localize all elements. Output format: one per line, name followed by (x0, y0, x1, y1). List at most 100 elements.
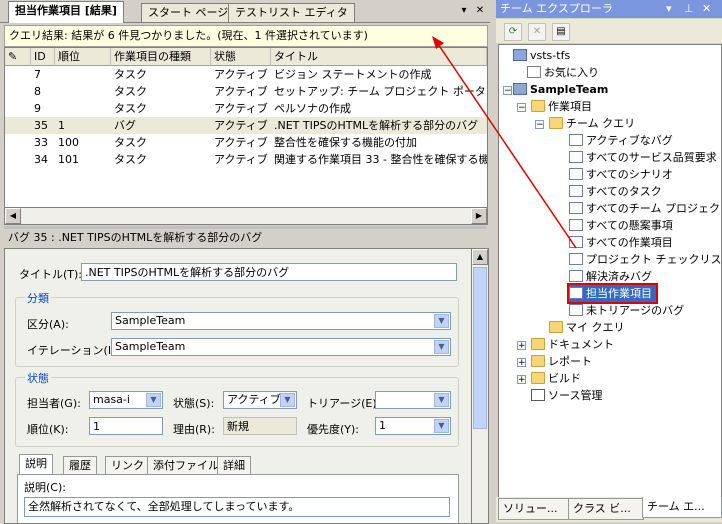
scroll-right-icon[interactable]: ▶ (471, 208, 487, 224)
properties-icon[interactable]: ▤ (552, 23, 570, 41)
column-header-id[interactable]: ID (31, 48, 55, 66)
tree-item-query[interactable]: すべてのシナリオ (569, 166, 673, 183)
scrollbar-thumb[interactable] (473, 267, 487, 429)
results-grid[interactable]: ✎ ID 順位 作業項目の種類 状態 タイトル 7 タスク アクティブ ビジョン… (4, 47, 488, 225)
close-icon[interactable]: ✕ (702, 0, 711, 18)
tree-item-query[interactable]: すべての作業項目 (569, 234, 673, 251)
reason-field: 新規 (223, 417, 297, 435)
tree-item-reports[interactable]: レポート (531, 353, 592, 370)
collapse-icon[interactable]: − (535, 120, 544, 130)
table-row[interactable]: 7 タスク アクティブ ビジョン ステートメントの作成 (5, 66, 487, 83)
team-explorer-tree[interactable]: vsts-tfs お気に入り − SampleTeam − 作業項目 − チーム… (498, 44, 722, 498)
panel-title: チーム エクスプローラ (500, 2, 613, 15)
tree-item-assigned-work-items[interactable]: 担当作業項目 (567, 283, 658, 304)
panel-dropdown-icon[interactable]: ▾ (666, 0, 672, 18)
scroll-left-icon[interactable]: ◀ (5, 208, 21, 224)
pin-icon[interactable]: ⊥ (684, 0, 694, 18)
tree-item-favorites[interactable]: お気に入り (527, 64, 599, 81)
team-explorer-panel: チーム エクスプローラ ▾ ⊥ ✕ ⟳ ✕ ▤ vsts-tfs お気に入り −… (496, 0, 722, 522)
tree-item-builds[interactable]: ビルド (531, 370, 581, 387)
classification-group-title: 分類 (25, 290, 51, 306)
table-row[interactable]: 34 101 タスク アクティブ 関連する作業項目 33 - 整合性を確保する機 (5, 151, 487, 168)
description-label: 説明(C): (24, 481, 66, 494)
triage-dropdown[interactable]: ▼ (375, 391, 451, 409)
tree-item-my-queries[interactable]: マイ クエリ (549, 319, 625, 336)
tree-item-query[interactable]: すべての懸案事項 (569, 217, 673, 234)
column-header-edit[interactable]: ✎ (5, 48, 31, 66)
description-field[interactable]: 全然解析されてなくて、全部処理してしまっています。 (24, 497, 450, 517)
expand-icon[interactable]: + (517, 358, 526, 368)
tree-item-work-items[interactable]: 作業項目 (531, 98, 592, 115)
tree-item-query[interactable]: すべてのチーム プロジェクト (569, 200, 721, 217)
tree-item-query[interactable]: プロジェクト チェックリスト (569, 251, 721, 268)
folder-icon (531, 372, 545, 384)
table-row[interactable]: 9 タスク アクティブ ペルソナの作成 (5, 100, 487, 117)
iteration-label: イテレーション(I): (27, 344, 120, 357)
horizontal-scrollbar[interactable]: ◀ ▶ (4, 207, 488, 225)
title-field[interactable]: .NET TIPSのHTMLを解析する部分のバグ (81, 263, 457, 281)
table-row-selected[interactable]: 35 1 バグ アクティブ .NET TIPSのHTMLを解析する部分のバグ (5, 117, 487, 134)
work-item-form: タイトル(T): .NET TIPSのHTMLを解析する部分のバグ 分類 区分(… (4, 248, 472, 524)
delete-icon[interactable]: ✕ (528, 23, 546, 41)
iteration-dropdown[interactable]: SampleTeam ▼ (111, 338, 451, 356)
tab-assigned-results[interactable]: 担当作業項目 [結果] (8, 1, 124, 23)
assigned-to-dropdown[interactable]: masa-i ▼ (89, 391, 163, 409)
query-icon (569, 236, 583, 248)
close-icon[interactable]: ✕ (474, 4, 486, 18)
tab-class-view[interactable]: クラス ビ... (568, 498, 644, 520)
tree-item-source-control[interactable]: ソース管理 (531, 387, 602, 404)
tab-history[interactable]: 履歴 (63, 456, 97, 475)
scroll-up-icon[interactable]: ▲ (472, 249, 488, 265)
collapse-icon[interactable]: − (517, 103, 526, 113)
tab-test-list-editor[interactable]: テストリスト エディタ (228, 3, 355, 22)
triage-label: トリアージ(E): (307, 397, 381, 410)
status-group (15, 377, 459, 447)
form-vertical-scrollbar[interactable]: ▲ (471, 248, 489, 524)
chevron-down-icon: ▼ (434, 314, 449, 328)
pane-splitter[interactable] (4, 226, 486, 229)
favorites-icon (527, 66, 541, 78)
area-dropdown[interactable]: SampleTeam ▼ (111, 312, 451, 330)
tree-item-team-queries[interactable]: チーム クエリ (549, 115, 635, 132)
query-icon (569, 151, 583, 163)
tab-details[interactable]: 詳細 (217, 456, 251, 475)
priority-dropdown[interactable]: 1 ▼ (375, 417, 451, 435)
expand-icon[interactable]: + (517, 375, 526, 385)
tab-description[interactable]: 説明 (19, 454, 53, 475)
tree-item-query[interactable]: 未トリアージのバグ (569, 302, 684, 319)
tree-item-documents[interactable]: ドキュメント (531, 336, 614, 353)
assigned-to-label: 担当者(G): (27, 397, 81, 410)
area-label: 区分(A): (27, 318, 69, 331)
column-header-title[interactable]: タイトル (271, 48, 487, 66)
state-dropdown[interactable]: アクティブ ▼ (223, 391, 297, 409)
tab-team-explorer[interactable]: チーム エ... (642, 497, 722, 518)
tab-start-page[interactable]: スタート ページ (141, 3, 236, 22)
table-row[interactable]: 33 100 タスク アクティブ 整合性を確保する機能の付加 (5, 134, 487, 151)
tree-item-vsts-tfs[interactable]: vsts-tfs (513, 47, 570, 64)
expand-icon[interactable]: + (517, 341, 526, 351)
tab-attachments[interactable]: 添付ファイル (147, 456, 225, 475)
tree-item-query[interactable]: すべてのタスク (569, 183, 662, 200)
folder-icon (531, 355, 545, 367)
rank-field[interactable]: 1 (89, 417, 163, 435)
tab-dropdown-icon[interactable]: ▾ (458, 4, 470, 18)
chevron-down-icon: ▼ (434, 393, 449, 407)
tree-item-query[interactable]: すべてのサービス品質要求 (569, 149, 717, 166)
column-header-state[interactable]: 状態 (211, 48, 271, 66)
collapse-icon[interactable]: − (503, 86, 512, 96)
tab-links[interactable]: リンク (105, 456, 150, 475)
query-icon (569, 134, 583, 146)
bottom-tab-strip: ソリュー... クラス ビ... チーム エ... (496, 497, 722, 522)
query-result-status: クエリ結果: 結果が 6 件見つかりました。(現在、1 件選択されています) (4, 25, 488, 47)
column-header-type[interactable]: 作業項目の種類 (111, 48, 211, 66)
reason-label: 理由(R): (173, 423, 215, 436)
tree-item-sampleteam[interactable]: SampleTeam (513, 81, 608, 98)
folder-icon (531, 100, 545, 112)
column-header-rank[interactable]: 順位 (55, 48, 111, 66)
refresh-icon[interactable]: ⟳ (504, 23, 522, 41)
folder-icon (549, 321, 563, 333)
table-row[interactable]: 8 タスク アクティブ セットアップ: チーム プロジェクト ポータルにプロ (5, 83, 487, 100)
tree-item-query[interactable]: アクティブなバグ (569, 132, 673, 149)
tree-item-query[interactable]: 解決済みバグ (569, 268, 652, 285)
tab-solution-explorer[interactable]: ソリュー... (498, 498, 572, 520)
